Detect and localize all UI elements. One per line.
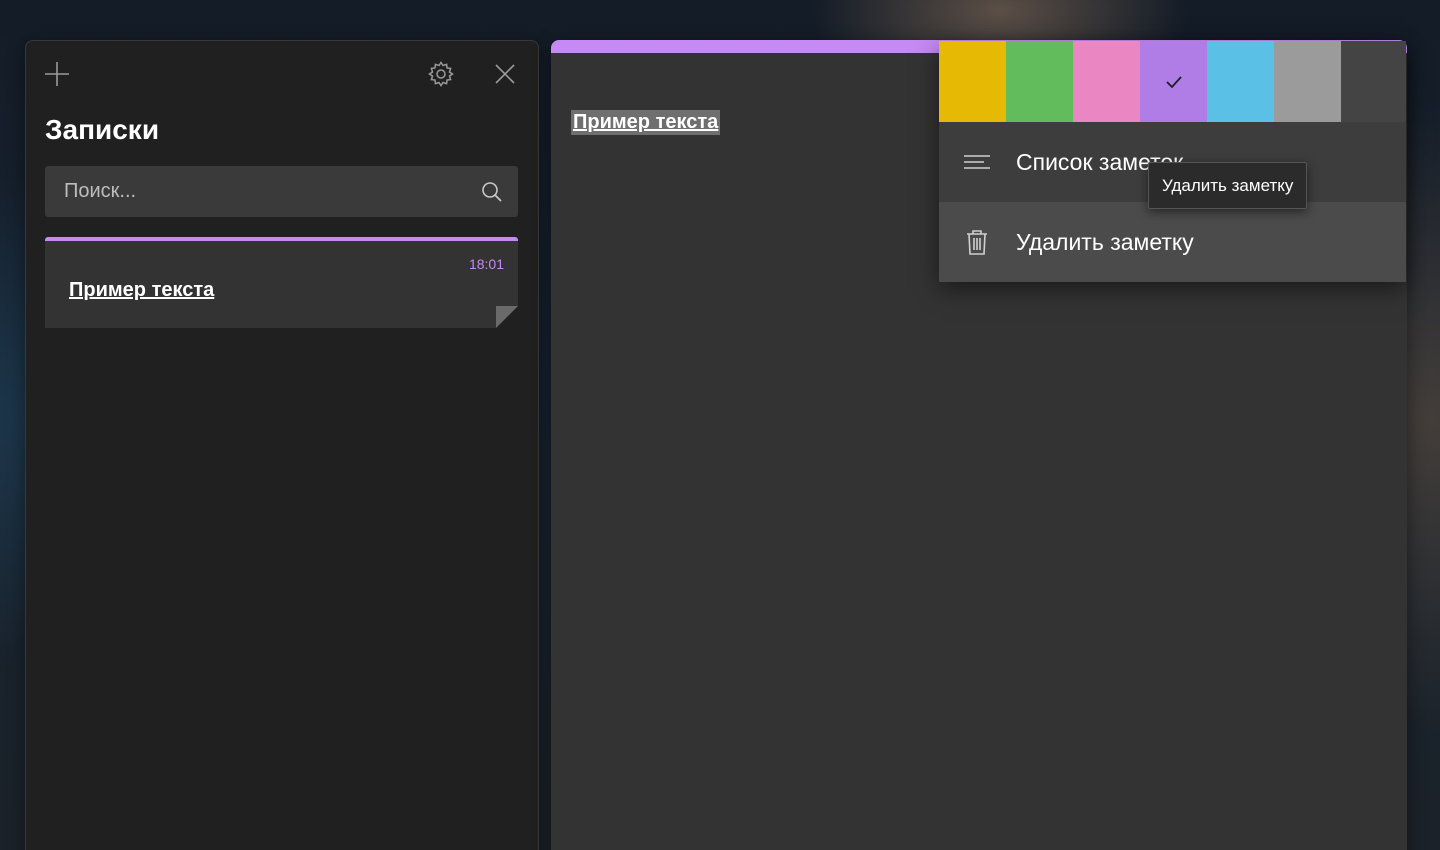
search-button[interactable] xyxy=(477,177,507,207)
note-timestamp: 18:01 xyxy=(468,256,504,272)
menu-item-label: Удалить заметку xyxy=(1016,229,1194,255)
search-input[interactable] xyxy=(45,166,475,217)
color-swatch-purple[interactable] xyxy=(1140,41,1207,122)
page-title: Записки xyxy=(45,114,160,145)
close-button[interactable] xyxy=(490,59,520,89)
note-context-menu: Список заметок Удалить заметку xyxy=(939,41,1406,282)
list-icon xyxy=(964,155,990,169)
plus-icon xyxy=(45,62,69,86)
note-corner-fold-inner xyxy=(496,306,518,328)
color-swatch-yellow[interactable] xyxy=(939,41,1006,122)
search-icon xyxy=(482,182,502,202)
close-icon xyxy=(495,64,515,84)
editor-content[interactable]: Пример текста xyxy=(571,110,721,135)
tooltip: Удалить заметку xyxy=(1148,162,1308,209)
color-picker-spacer xyxy=(1341,41,1406,122)
note-title: Пример текста xyxy=(69,279,215,301)
color-swatch-gray[interactable] xyxy=(1274,41,1341,122)
menu-item-delete-note[interactable]: Удалить заметку xyxy=(939,202,1406,282)
add-note-button[interactable] xyxy=(42,59,72,89)
gear-icon xyxy=(428,61,454,87)
trash-icon xyxy=(967,230,987,255)
check-icon xyxy=(1165,75,1182,88)
settings-button[interactable] xyxy=(426,59,456,89)
search-box xyxy=(45,166,518,217)
note-card[interactable]: 18:01 Пример текста xyxy=(45,237,518,328)
notes-list-panel: Записки 18:01 Пример текста xyxy=(25,40,539,850)
color-swatch-green[interactable] xyxy=(1006,41,1073,122)
color-swatches xyxy=(939,41,1406,122)
color-swatch-pink[interactable] xyxy=(1073,41,1140,122)
color-swatch-blue[interactable] xyxy=(1207,41,1274,122)
